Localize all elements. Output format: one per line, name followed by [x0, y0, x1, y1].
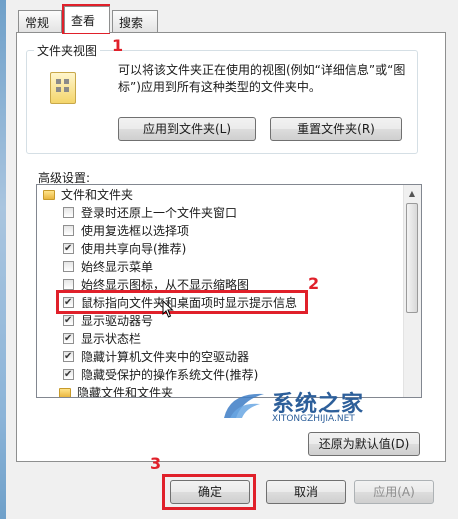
tab-search[interactable]: 搜索	[112, 10, 158, 32]
folder-icon	[59, 388, 71, 397]
tree-scrollbar[interactable]: ▲	[403, 185, 421, 397]
option-label: 隐藏受保护的操作系统文件(推荐)	[81, 368, 259, 382]
checkbox-unchecked[interactable]	[63, 225, 74, 236]
mouse-cursor-icon	[162, 300, 174, 318]
option-label: 使用复选框以选择项	[81, 224, 190, 238]
watermark-url: XITONGZHIJIA.NET	[272, 414, 355, 424]
annotation-number-2: 2	[308, 274, 320, 293]
option-label: 始终显示菜单	[81, 260, 154, 274]
option-label: 登录时还原上一个文件夹窗口	[81, 206, 238, 220]
checkbox-unchecked[interactable]	[63, 279, 74, 290]
annotation-number-3: 3	[150, 454, 162, 473]
option-label: 显示驱动器号	[81, 314, 154, 328]
checkbox-unchecked[interactable]	[63, 207, 74, 218]
checkbox-checked[interactable]	[63, 240, 74, 258]
checkbox-unchecked[interactable]	[63, 261, 74, 272]
scroll-thumb[interactable]	[406, 203, 418, 313]
option-label: 显示状态栏	[81, 332, 142, 346]
folder-icon	[43, 190, 55, 200]
restore-defaults-button[interactable]: 还原为默认值(D)	[308, 432, 420, 456]
cancel-button[interactable]: 取消	[266, 480, 346, 504]
checkbox-checked[interactable]	[63, 330, 74, 348]
watermark-logo-icon	[224, 393, 264, 418]
apply-button[interactable]: 应用(A)	[354, 480, 434, 504]
reset-folders-button[interactable]: 重置文件夹(R)	[270, 117, 402, 141]
folder-view-description: 可以将该文件夹正在使用的视图(例如“详细信息”或“图标”)应用到所有这种类型的文…	[118, 63, 406, 94]
option-label: 使用共享向导(推荐)	[81, 242, 187, 256]
folder-view-icon	[50, 72, 76, 104]
annotation-box-tooltip-option	[56, 290, 308, 314]
annotation-box-ok-button	[162, 474, 256, 510]
option-label: 隐藏计算机文件夹中的空驱动器	[81, 350, 250, 364]
scroll-up-icon[interactable]: ▲	[406, 189, 418, 198]
tab-general[interactable]: 常规	[18, 10, 62, 32]
checkbox-checked[interactable]	[63, 312, 74, 330]
apply-to-folders-button[interactable]: 应用到文件夹(L)	[118, 117, 256, 141]
tree-subfolder-label: 隐藏文件和文件夹	[77, 386, 174, 398]
checkbox-checked[interactable]	[63, 348, 74, 366]
checkbox-checked[interactable]	[63, 366, 74, 384]
tree-root-label: 文件和文件夹	[61, 188, 134, 202]
window-left-edge	[0, 0, 6, 519]
annotation-number-1: 1	[112, 36, 124, 55]
folder-view-group-title: 文件夹视图	[34, 42, 101, 59]
tab-view[interactable]: 查看	[64, 6, 110, 33]
